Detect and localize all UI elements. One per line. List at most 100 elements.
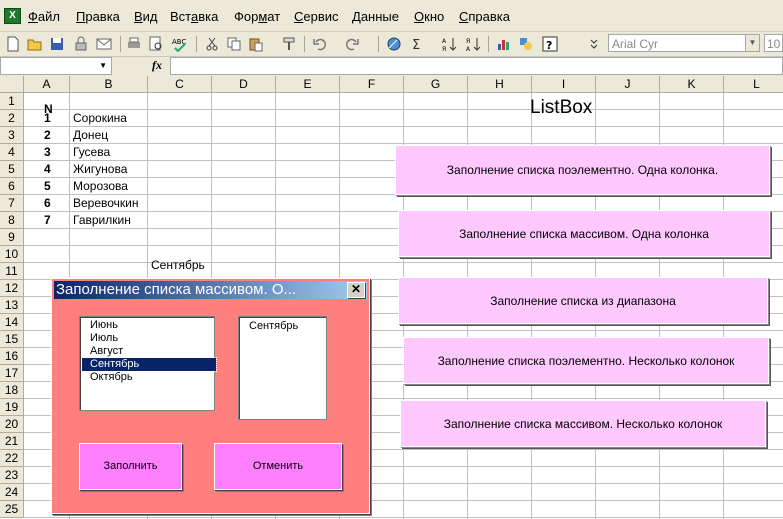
paste-icon[interactable]	[248, 36, 264, 52]
menu-window[interactable]: Окно	[414, 9, 444, 24]
row-header-7[interactable]: 7	[0, 195, 24, 212]
menu-view[interactable]: Вид	[134, 9, 158, 24]
cell-b3[interactable]: Донец	[73, 128, 108, 143]
list-item-selected[interactable]: Сентябрь	[81, 357, 217, 372]
row-header-19[interactable]: 19	[0, 399, 24, 416]
row-header-5[interactable]: 5	[0, 161, 24, 178]
sort-descending-icon[interactable]: ЯА	[466, 36, 482, 52]
list-item[interactable]: Август	[82, 345, 123, 358]
cell-c10[interactable]: Сентябрь	[151, 258, 205, 273]
list-item[interactable]: Сентябрь	[241, 320, 298, 333]
font-name-select[interactable]: Arial Cyr ▼	[608, 34, 760, 52]
cell-b8[interactable]: Гаврилкин	[73, 213, 131, 228]
cell-a6[interactable]: 5	[44, 179, 51, 194]
row-header-13[interactable]: 13	[0, 297, 24, 314]
row-header-15[interactable]: 15	[0, 331, 24, 348]
toolbar-options-icon[interactable]	[586, 36, 602, 52]
list-item[interactable]: Октябрь	[82, 371, 133, 384]
fill-button[interactable]: Заполнить	[79, 443, 182, 490]
cell-b7[interactable]: Веревочкин	[73, 196, 139, 211]
row-header-12[interactable]: 12	[0, 280, 24, 297]
open-icon[interactable]	[27, 36, 43, 52]
menu-format[interactable]: Формат	[234, 9, 280, 24]
undo-icon[interactable]	[312, 36, 328, 52]
font-size-select[interactable]: 10	[764, 34, 783, 52]
column-header-f[interactable]: F	[340, 76, 404, 93]
column-header-e[interactable]: E	[276, 76, 340, 93]
menu-edit[interactable]: Правка	[76, 9, 120, 24]
menu-help[interactable]: Справка	[459, 9, 510, 24]
cell-a5[interactable]: 4	[44, 162, 51, 177]
button-fill-array-multi-column[interactable]: Заполнение списка массивом. Несколько ко…	[400, 400, 766, 447]
row-header-1[interactable]: 1	[0, 93, 24, 110]
button-fill-itemwise-one-column[interactable]: Заполнение списка поэлементно. Одна коло…	[395, 145, 770, 195]
button-fill-from-range[interactable]: Заполнение списка из диапазона	[398, 277, 768, 324]
list-item[interactable]: Июнь	[82, 319, 118, 332]
chevron-down-icon[interactable]: ▼	[99, 61, 107, 70]
row-header-25[interactable]: 25	[0, 501, 24, 518]
fx-icon[interactable]: fx	[152, 58, 162, 73]
name-box[interactable]: ▼	[0, 57, 112, 75]
column-header-a[interactable]: A	[24, 76, 70, 93]
button-fill-array-one-column[interactable]: Заполнение списка массивом. Одна колонка	[398, 210, 770, 257]
cancel-button[interactable]: Отменить	[214, 443, 342, 490]
cell-b5[interactable]: Жигунова	[73, 162, 127, 177]
cut-icon[interactable]	[204, 36, 220, 52]
row-header-3[interactable]: 3	[0, 127, 24, 144]
row-header-4[interactable]: 4	[0, 144, 24, 161]
row-header-16[interactable]: 16	[0, 348, 24, 365]
print-preview-icon[interactable]	[148, 36, 164, 52]
column-header-i[interactable]: I	[532, 76, 596, 93]
column-header-d[interactable]: D	[212, 76, 276, 93]
new-icon[interactable]	[5, 36, 21, 52]
menu-file[interactable]: Файл	[28, 9, 60, 24]
cell-a7[interactable]: 6	[44, 196, 51, 211]
row-header-11[interactable]: 11	[0, 263, 24, 280]
row-header-2[interactable]: 2	[0, 110, 24, 127]
menu-data[interactable]: Данные	[352, 9, 399, 24]
cell-a4[interactable]: 3	[44, 145, 51, 160]
excel-icon[interactable]: X	[4, 8, 21, 24]
copy-icon[interactable]	[226, 36, 242, 52]
help-icon[interactable]: ?	[542, 36, 558, 52]
row-header-22[interactable]: 22	[0, 450, 24, 467]
column-header-l[interactable]: L	[724, 76, 783, 93]
column-header-g[interactable]: G	[404, 76, 468, 93]
row-header-18[interactable]: 18	[0, 382, 24, 399]
listbox-months[interactable]: Июнь Июль Август Сентябрь Октябрь	[79, 316, 217, 411]
row-header-14[interactable]: 14	[0, 314, 24, 331]
column-header-h[interactable]: H	[468, 76, 532, 93]
row-header-21[interactable]: 21	[0, 433, 24, 450]
row-header-10[interactable]: 10	[0, 246, 24, 263]
print-icon[interactable]	[126, 36, 142, 52]
format-painter-icon[interactable]	[282, 36, 298, 52]
chevron-down-icon[interactable]: ▼	[745, 35, 759, 51]
row-header-17[interactable]: 17	[0, 365, 24, 382]
email-icon[interactable]	[96, 36, 112, 52]
menu-tools[interactable]: Сервис	[294, 9, 339, 24]
close-icon[interactable]: ✕	[347, 282, 365, 298]
column-header-b[interactable]: B	[70, 76, 148, 93]
autosum-icon[interactable]: Σ	[410, 36, 426, 52]
sort-ascending-icon[interactable]: АЯ	[442, 36, 458, 52]
row-header-23[interactable]: 23	[0, 467, 24, 484]
row-header-20[interactable]: 20	[0, 416, 24, 433]
select-all-corner[interactable]	[0, 76, 24, 93]
column-header-j[interactable]: J	[596, 76, 660, 93]
cell-a3[interactable]: 2	[44, 128, 51, 143]
hyperlink-icon[interactable]	[386, 36, 402, 52]
button-fill-itemwise-multi-column[interactable]: Заполнение списка поэлементно. Несколько…	[403, 337, 769, 384]
row-header-9[interactable]: 9	[0, 229, 24, 246]
cell-b2[interactable]: Сорокина	[73, 111, 127, 126]
menu-insert[interactable]: Вставка	[170, 9, 218, 24]
permission-icon[interactable]	[73, 36, 89, 52]
cell-a8[interactable]: 7	[44, 213, 51, 228]
row-header-6[interactable]: 6	[0, 178, 24, 195]
row-header-8[interactable]: 8	[0, 212, 24, 229]
column-header-c[interactable]: C	[148, 76, 212, 93]
column-header-k[interactable]: K	[660, 76, 724, 93]
row-header-24[interactable]: 24	[0, 484, 24, 501]
redo-icon[interactable]	[344, 36, 360, 52]
spelling-icon[interactable]: ABC	[172, 36, 188, 52]
formula-input[interactable]	[170, 57, 783, 75]
